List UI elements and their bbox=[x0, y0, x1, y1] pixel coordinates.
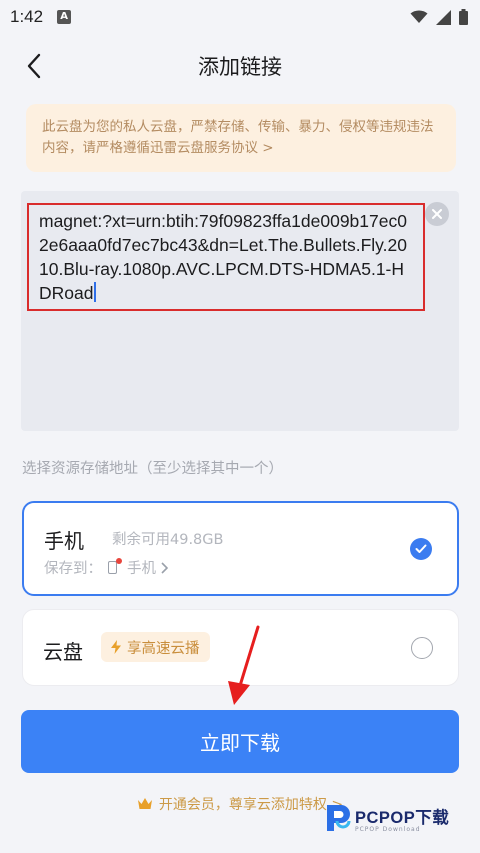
watermark-sub: PCPOP Download bbox=[355, 825, 421, 833]
notification-dot bbox=[116, 558, 122, 564]
storage-option-phone[interactable]: 手机 剩余可用49.8GB 保存到： 手机 bbox=[22, 501, 459, 596]
text-cursor bbox=[94, 282, 97, 302]
link-input-area[interactable]: magnet:?xt=urn:btih:79f09823ffa1de009b17… bbox=[21, 191, 459, 431]
status-indicators bbox=[410, 9, 468, 25]
save-path-target: 手机 bbox=[127, 561, 156, 577]
download-now-button[interactable]: 立即下载 bbox=[21, 710, 459, 773]
watermark: PCPOP下载 PCPOP Download bbox=[323, 803, 449, 833]
header: 添加链接 bbox=[0, 38, 480, 94]
app-notification-icon: A bbox=[57, 10, 72, 24]
service-agreement-link[interactable]: 迅雷云盘服务协议 > bbox=[150, 140, 274, 156]
magnet-link-input[interactable]: magnet:?xt=urn:btih:79f09823ffa1de009b17… bbox=[27, 203, 425, 311]
page-title: 添加链接 bbox=[198, 55, 282, 79]
battery-icon bbox=[459, 9, 468, 25]
save-path-prefix: 保存到： bbox=[44, 561, 102, 577]
cloud-option-title: 云盘 bbox=[43, 640, 83, 664]
checkmark-icon bbox=[415, 544, 427, 553]
close-icon bbox=[432, 209, 442, 219]
wifi-icon bbox=[410, 10, 428, 23]
phone-icon bbox=[108, 558, 122, 574]
chevron-right-icon bbox=[161, 561, 168, 574]
lightning-icon bbox=[111, 640, 121, 654]
status-bar: 1:42 A bbox=[0, 0, 480, 34]
pcpop-logo-icon bbox=[327, 805, 351, 831]
phone-option-title: 手机 bbox=[44, 529, 84, 553]
cloud-play-badge-text: 享高速云播 bbox=[127, 640, 200, 657]
storage-location-label: 选择资源存储地址（至少选择其中一个） bbox=[22, 461, 283, 477]
watermark-brand: PCPOP下载 bbox=[355, 808, 450, 827]
cloud-radio[interactable] bbox=[411, 637, 433, 659]
clear-input-button[interactable] bbox=[425, 202, 449, 226]
vip-text: 开通会员，尊享云添加特权 > bbox=[158, 797, 344, 813]
status-time: 1:42 bbox=[10, 7, 44, 26]
back-button[interactable] bbox=[18, 50, 50, 82]
notice-banner: 此云盘为您的私人云盘，严禁存储、传输、暴力、侵权等违规违法内容，请严格遵循迅雷云… bbox=[26, 104, 456, 172]
signal-icon bbox=[436, 9, 451, 25]
phone-free-space: 剩余可用49.8GB bbox=[112, 532, 224, 548]
annotation-arrow bbox=[228, 625, 260, 705]
cloud-play-badge: 享高速云播 bbox=[101, 632, 210, 662]
save-path-row[interactable]: 保存到： 手机 bbox=[44, 557, 168, 578]
phone-selected-check[interactable] bbox=[410, 538, 432, 560]
chevron-left-icon bbox=[27, 53, 41, 79]
crown-icon bbox=[137, 798, 152, 809]
